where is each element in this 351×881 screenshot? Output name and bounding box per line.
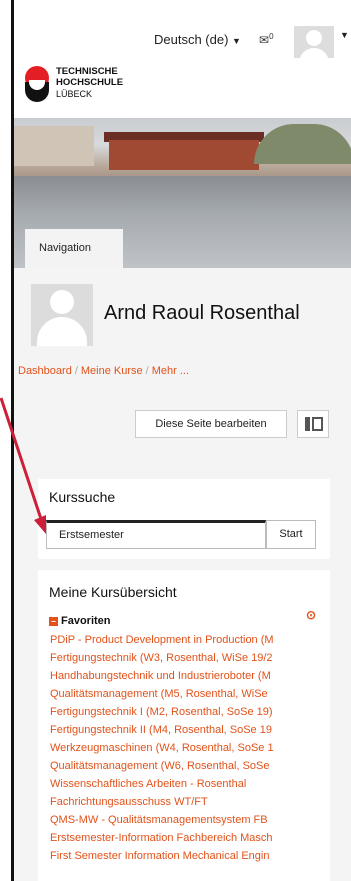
breadcrumb-more[interactable]: Mehr ... — [152, 365, 189, 377]
favorites-section-header[interactable]: − Favoriten — [49, 615, 111, 627]
course-link[interactable]: Qualitätsmanagement (M5, Rosenthal, WiSe — [50, 685, 326, 703]
user-menu-chevron-icon[interactable]: ▼ — [340, 30, 349, 40]
breadcrumb: Dashboard / Meine Kurse / Mehr ... — [18, 365, 189, 377]
course-search-input[interactable]: Erstsemester — [46, 520, 266, 549]
user-menu-avatar[interactable] — [294, 26, 334, 58]
messages-count: 0 — [269, 32, 274, 41]
logo-text-line3: LÜBECK — [56, 89, 93, 99]
course-overview-title: Meine Kursübersicht — [49, 584, 177, 600]
chevron-down-icon: ▼ — [232, 36, 241, 46]
edit-page-button[interactable]: Diese Seite bearbeiten — [135, 410, 287, 438]
language-label: Deutsch (de) — [154, 32, 229, 47]
language-menu[interactable]: Deutsch (de) ▼ — [154, 32, 241, 47]
breadcrumb-dashboard[interactable]: Dashboard — [18, 365, 72, 377]
course-link[interactable]: Handhabungstechnik und Industrieroboter … — [50, 667, 326, 685]
course-link[interactable]: Fertigungstechnik II (M4, Rosenthal, SoS… — [50, 721, 326, 739]
breadcrumb-my-courses[interactable]: Meine Kurse — [81, 365, 143, 377]
messages-button[interactable]: ✉0 — [259, 32, 274, 47]
sidebar-toggle-icon — [305, 417, 310, 431]
course-link[interactable]: PDiP - Product Development in Production… — [50, 631, 326, 649]
breadcrumb-separator: / — [145, 365, 149, 377]
banner-houses — [14, 126, 94, 166]
banner-building — [109, 140, 259, 170]
breadcrumb-separator: / — [74, 365, 78, 377]
tab-navigation[interactable]: Navigation — [25, 229, 123, 268]
course-search-title: Kurssuche — [49, 489, 116, 505]
toggle-view-icon[interactable]: ⊙ — [306, 608, 316, 622]
course-link[interactable]: Fertigungstechnik I (M2, Rosenthal, SoSe… — [50, 703, 326, 721]
course-link[interactable]: Fertigungstechnik (W3, Rosenthal, WiSe 1… — [50, 649, 326, 667]
banner-trees — [254, 124, 351, 164]
envelope-icon: ✉ — [259, 33, 270, 47]
profile-avatar-head — [50, 290, 74, 314]
browser-frame: Deutsch (de) ▼ ✉0 ▼ TECHNISCHE HOCHSCHUL… — [11, 0, 351, 881]
logo-text-line2: HOCHSCHULE — [56, 77, 124, 88]
course-link[interactable]: Werkzeugmaschinen (W4, Rosenthal, SoSe 1 — [50, 739, 326, 757]
course-link[interactable]: Fachrichtungsausschuss WT/FT — [50, 793, 326, 811]
top-navbar: Deutsch (de) ▼ ✉0 ▼ — [14, 0, 351, 58]
collapse-icon[interactable]: − — [49, 617, 58, 626]
logo-text-line1: TECHNISCHE — [56, 66, 118, 77]
course-link[interactable]: First Semester Information Mechanical En… — [50, 847, 326, 865]
favorites-label: Favoriten — [61, 615, 111, 627]
avatar-body — [299, 48, 329, 58]
university-logo[interactable]: TECHNISCHE HOCHSCHULE LÜBECK — [22, 66, 162, 110]
sidebar-toggle-button[interactable] — [297, 410, 329, 438]
course-search-block: Kurssuche Erstsemester Start — [38, 479, 330, 559]
course-link[interactable]: Wissenschaftliches Arbeiten - Rosenthal — [50, 775, 326, 793]
sidebar-toggle-icon-box — [312, 417, 323, 431]
course-search-button[interactable]: Start — [266, 520, 316, 549]
profile-avatar-body — [37, 317, 87, 346]
course-link[interactable]: QMS-MW - Qualitätsmanagementsystem FB — [50, 811, 326, 829]
profile-avatar — [31, 284, 93, 346]
course-overview-block: Meine Kursübersicht − Favoriten ⊙ PDiP - … — [38, 570, 330, 881]
course-link[interactable]: Qualitätsmanagement (W6, Rosenthal, SoSe — [50, 757, 326, 775]
avatar-head — [306, 30, 322, 46]
course-link[interactable]: Erstsemester-Information Fachbereich Mas… — [50, 829, 326, 847]
main-content: Arnd Raoul Rosenthal Dashboard / Meine Kur… — [14, 268, 351, 881]
page-title: Arnd Raoul Rosenthal — [104, 302, 300, 324]
course-list: PDiP - Product Development in Production… — [50, 631, 326, 865]
